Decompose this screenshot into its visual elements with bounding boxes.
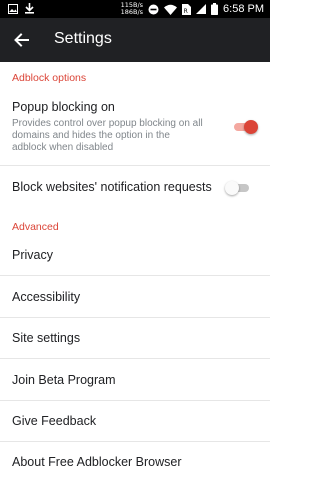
- status-bar: 115B/s 186B/s R 6:58 PM: [0, 0, 270, 18]
- site-settings-item[interactable]: Site settings: [0, 318, 270, 359]
- popup-blocking-setting[interactable]: Popup blocking on Provides control over …: [0, 98, 270, 162]
- notification-requests-setting[interactable]: Block websites' notification requests: [0, 166, 270, 208]
- popup-blocking-summary: Provides control over popup blocking on …: [12, 118, 203, 153]
- network-download-speed: 186B/s: [120, 8, 144, 16]
- toggle-thumb: [244, 120, 258, 134]
- site-settings-label: Site settings: [12, 331, 81, 345]
- notification-requests-toggle[interactable]: [225, 181, 251, 195]
- battery-icon: [211, 3, 219, 15]
- section-header-adblock: Adblock options: [12, 72, 87, 84]
- section-header-advanced: Advanced: [12, 221, 59, 233]
- notification-requests-title: Block websites' notification requests: [12, 180, 212, 194]
- give-feedback-label: Give Feedback: [12, 414, 97, 428]
- privacy-item[interactable]: Privacy: [0, 234, 270, 274]
- sim-icon: R: [182, 3, 192, 15]
- app-bar: Settings: [0, 18, 270, 62]
- about-item[interactable]: About Free Adblocker Browser: [0, 442, 270, 480]
- signal-icon: [196, 4, 207, 14]
- join-beta-program-label: Join Beta Program: [12, 373, 116, 387]
- popup-blocking-toggle[interactable]: [232, 120, 258, 134]
- privacy-label: Privacy: [12, 248, 53, 262]
- join-beta-program-item[interactable]: Join Beta Program: [0, 359, 270, 400]
- clock: 6:58 PM: [223, 3, 264, 15]
- popup-blocking-title: Popup blocking on: [12, 100, 115, 114]
- svg-text:R: R: [184, 8, 188, 15]
- back-button[interactable]: [12, 30, 32, 50]
- page-title: Settings: [54, 30, 112, 47]
- accessibility-label: Accessibility: [12, 290, 81, 304]
- give-feedback-item[interactable]: Give Feedback: [0, 401, 270, 441]
- network-speed: 115B/s 186B/s: [121, 2, 143, 16]
- arrow-back-icon: [14, 33, 29, 47]
- wifi-icon: [164, 4, 178, 15]
- dnd-icon: [148, 4, 159, 15]
- image-icon: [8, 3, 18, 14]
- about-label: About Free Adblocker Browser: [12, 455, 182, 469]
- download-icon: [24, 3, 35, 14]
- accessibility-item[interactable]: Accessibility: [0, 276, 270, 317]
- toggle-thumb: [225, 181, 239, 195]
